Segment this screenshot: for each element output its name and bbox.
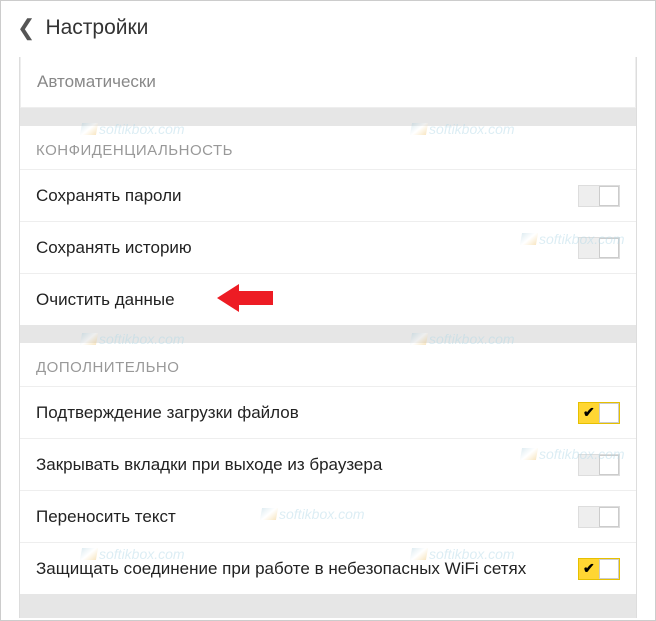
row-save-history[interactable]: Сохранять историю	[20, 221, 636, 273]
row-label: Сохранять историю	[36, 237, 578, 259]
row-label: Переносить текст	[36, 506, 578, 528]
row-label: Подтверждение загрузки файлов	[36, 402, 578, 424]
toggle-handle	[599, 455, 619, 475]
toggle-handle	[599, 559, 619, 579]
header-bar: ❮ Настройки	[1, 1, 655, 55]
row-wrap-text[interactable]: Переносить текст	[20, 490, 636, 542]
section-header-privacy: КОНФИДЕНЦИАЛЬНОСТЬ	[20, 126, 636, 169]
row-wifi-protect[interactable]: Защищать соединение при работе в небезоп…	[20, 542, 636, 594]
toggle-wrap-text[interactable]	[578, 506, 620, 528]
row-label: Очистить данные	[36, 289, 620, 311]
toggle-close-tabs[interactable]	[578, 454, 620, 476]
toggle-save-passwords[interactable]	[578, 185, 620, 207]
scroll-container[interactable]: Автоматически КОНФИДЕНЦИАЛЬНОСТЬ Сохраня…	[19, 57, 637, 618]
page-title: Настройки	[45, 16, 148, 40]
toggle-handle	[599, 186, 619, 206]
content-area: Автоматически КОНФИДЕНЦИАЛЬНОСТЬ Сохраня…	[1, 55, 655, 618]
toggle-handle	[599, 238, 619, 258]
section-privacy: КОНФИДЕНЦИАЛЬНОСТЬ Сохранять пароли Сохр…	[20, 126, 636, 325]
row-save-passwords[interactable]: Сохранять пароли	[20, 169, 636, 221]
auto-label: Автоматически	[37, 71, 619, 93]
row-download-confirm[interactable]: Подтверждение загрузки файлов	[20, 386, 636, 438]
section-header-advanced: ДОПОЛНИТЕЛЬНО	[20, 343, 636, 386]
toggle-save-history[interactable]	[578, 237, 620, 259]
row-label: Защищать соединение при работе в небезоп…	[36, 558, 578, 580]
toggle-download-confirm[interactable]	[578, 402, 620, 424]
toggle-handle	[599, 507, 619, 527]
toggle-handle	[599, 403, 619, 423]
auto-row[interactable]: Автоматически	[20, 57, 636, 108]
row-label: Закрывать вкладки при выходе из браузера	[36, 454, 578, 476]
back-icon[interactable]: ❮	[17, 15, 35, 41]
row-label: Сохранять пароли	[36, 185, 578, 207]
row-clear-data[interactable]: Очистить данные	[20, 273, 636, 325]
section-advanced: ДОПОЛНИТЕЛЬНО Подтверждение загрузки фай…	[20, 343, 636, 594]
toggle-wifi-protect[interactable]	[578, 558, 620, 580]
settings-screen: ❮ Настройки Автоматически КОНФИДЕНЦИАЛЬН…	[0, 0, 656, 621]
row-close-tabs[interactable]: Закрывать вкладки при выходе из браузера	[20, 438, 636, 490]
